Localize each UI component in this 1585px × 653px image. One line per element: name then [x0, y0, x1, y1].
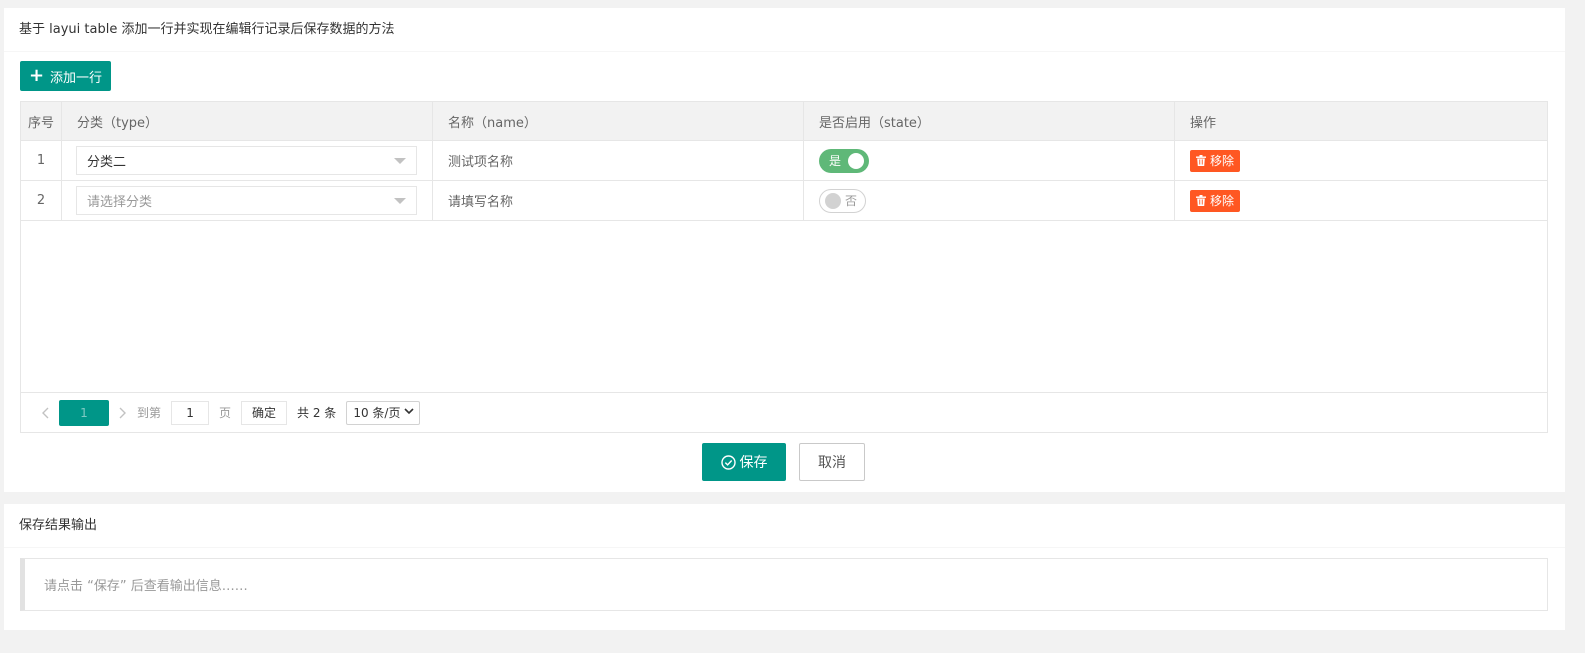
remove-row-label: 移除 — [1210, 154, 1235, 168]
table-header: 序号 分类（type） 名称（name） 是否启用（state） 操作 — [21, 102, 1547, 141]
state-switch-label: 是 — [829, 154, 842, 168]
main-card-title: 基于 layui table 添加一行并实现在编辑行记录后保存数据的方法 — [4, 8, 1565, 52]
page: 基于 layui table 添加一行并实现在编辑行记录后保存数据的方法 + 添… — [0, 0, 1585, 653]
row-name-cell[interactable]: 测试项名称 — [433, 141, 804, 180]
check-circle-icon — [720, 454, 736, 470]
add-row-button[interactable]: + 添加一行 — [20, 61, 111, 91]
row-type-cell: 分类二 — [62, 141, 433, 180]
save-button-label: 保存 — [739, 455, 768, 471]
type-select[interactable]: 请选择分类 — [76, 186, 417, 215]
data-table: 序号 分类（type） 名称（name） 是否启用（state） 操作 1 分类… — [20, 101, 1548, 433]
caret-down-icon — [394, 158, 406, 164]
row-action-cell: 移除 — [1175, 141, 1547, 180]
output-card-title: 保存结果输出 — [4, 504, 1565, 548]
page-unit-label: 页 — [219, 406, 232, 420]
row-action-cell: 移除 — [1175, 181, 1547, 220]
header-state: 是否启用（state） — [804, 102, 1175, 140]
header-action: 操作 — [1190, 115, 1217, 131]
table-row: 1 分类二 测试项名称 是 移除 — [21, 141, 1547, 181]
switch-knob-icon — [848, 152, 864, 169]
total-count: 共 2 条 — [297, 406, 337, 420]
row-index: 2 — [21, 181, 62, 220]
goto-label: 到第 — [137, 406, 162, 420]
type-select-value: 分类二 — [87, 155, 127, 170]
row-state-cell: 否 — [804, 181, 1175, 220]
output-card: 保存结果输出 请点击 “保存” 后查看输出信息…… — [4, 504, 1565, 630]
trash-icon — [1196, 195, 1206, 206]
output-message: 请点击 “保存” 后查看输出信息…… — [20, 558, 1548, 611]
type-select-placeholder: 请选择分类 — [87, 195, 153, 210]
row-state-cell: 是 — [804, 141, 1175, 180]
remove-row-label: 移除 — [1210, 194, 1235, 208]
chevron-down-icon — [404, 407, 414, 418]
row-index: 1 — [21, 141, 62, 180]
header-name: 名称（name） — [433, 102, 804, 140]
cancel-button[interactable]: 取消 — [799, 443, 865, 481]
table-row: 2 请选择分类 请填写名称 否 移除 — [21, 181, 1547, 221]
next-page-icon[interactable] — [109, 400, 137, 426]
prev-page-icon[interactable] — [31, 400, 59, 426]
save-button[interactable]: 保存 — [702, 443, 786, 481]
pagination: 1 到第 1 页 确定 共 2 条 10 条/页 — [21, 392, 1547, 432]
remove-row-button[interactable]: 移除 — [1190, 149, 1241, 172]
header-type: 分类（type） — [62, 102, 433, 140]
switch-knob-icon — [825, 192, 841, 209]
current-page[interactable]: 1 — [59, 399, 109, 426]
page-size-value: 10 条/页 — [353, 406, 401, 420]
remove-row-button[interactable]: 移除 — [1190, 189, 1241, 212]
plus-icon: + — [28, 65, 45, 86]
add-row-label: 添加一行 — [50, 70, 103, 86]
page-size-select[interactable]: 10 条/页 — [346, 400, 421, 425]
row-name-cell[interactable]: 请填写名称 — [433, 181, 804, 220]
state-switch[interactable]: 是 — [819, 148, 869, 173]
goto-page-input[interactable]: 1 — [171, 400, 210, 425]
trash-icon — [1196, 155, 1206, 166]
header-index: 序号 — [21, 102, 62, 140]
main-card: 基于 layui table 添加一行并实现在编辑行记录后保存数据的方法 + 添… — [4, 8, 1565, 492]
goto-confirm-button[interactable]: 确定 — [241, 400, 288, 425]
type-select[interactable]: 分类二 — [76, 146, 417, 175]
caret-down-icon — [394, 198, 406, 204]
row-type-cell: 请选择分类 — [62, 181, 433, 220]
state-switch[interactable]: 否 — [819, 188, 866, 213]
state-switch-label: 否 — [845, 194, 858, 208]
